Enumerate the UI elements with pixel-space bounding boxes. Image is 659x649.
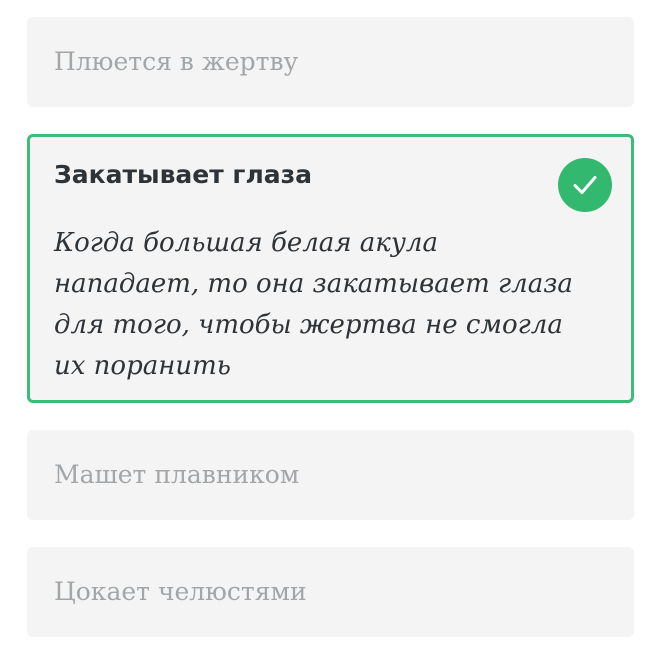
answer-option-waves-fin[interactable]: Машет плавником — [27, 430, 634, 520]
answer-option-label: Плюется в жертву — [54, 47, 299, 76]
answer-option-clicks-jaws[interactable]: Цокает челюстями — [27, 547, 634, 637]
answer-option-rolls-eyes-correct[interactable]: Закатывает глаза Когда большая белая аку… — [27, 134, 634, 403]
answer-option-label: Машет плавником — [54, 460, 300, 489]
answer-option-spits[interactable]: Плюется в жертву — [27, 17, 634, 107]
checkmark-icon — [558, 158, 612, 212]
answer-option-label: Цокает челюстями — [54, 577, 307, 606]
answer-option-label: Закатывает глаза — [54, 160, 313, 189]
answer-explanation: Когда большая белая акула нападает, то о… — [54, 228, 573, 381]
